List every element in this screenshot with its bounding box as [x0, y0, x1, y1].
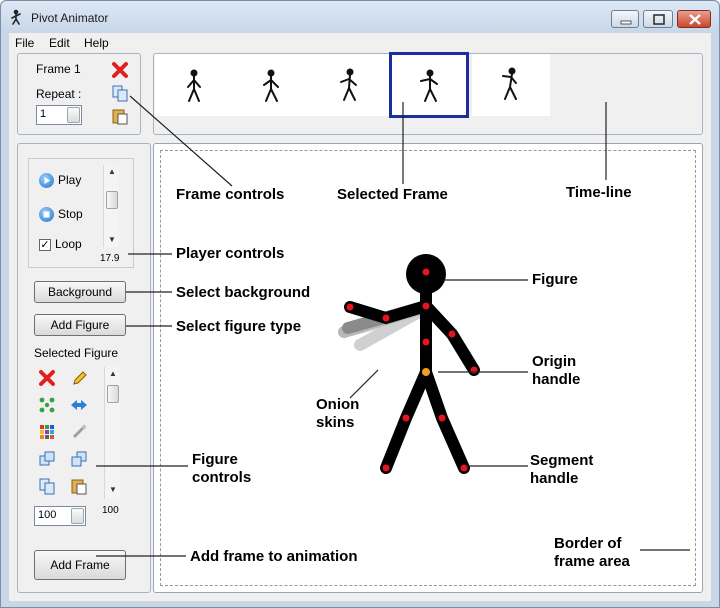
annotation-figure-controls-line2: controls — [192, 469, 252, 486]
annotation-origin-line1: Origin — [532, 353, 577, 370]
annotation-frame-controls: Frame controls — [176, 186, 285, 203]
annotation-segment-line2: handle — [530, 470, 579, 487]
annotation-lines — [96, 95, 690, 557]
annotation-add-frame: Add frame to animation — [190, 548, 358, 565]
annotation-selected-frame: Selected Frame — [337, 186, 448, 203]
annotation-select-background: Select background — [176, 284, 311, 301]
annotation-figure: Figure — [532, 271, 578, 288]
annotation-segment-line1: Segment — [530, 452, 594, 469]
annotation-onion-line2: skins — [316, 414, 355, 431]
annotation-onion-line1: Onion — [316, 396, 360, 413]
annotation-player-controls: Player controls — [176, 245, 285, 262]
annotation-time-line: Time-line — [566, 184, 632, 201]
annotation-figure-controls-line1: Figure — [192, 451, 238, 468]
annotation-select-figure-type: Select figure type — [176, 318, 302, 335]
annotation-border-line1: Border of — [554, 535, 622, 552]
annotation-origin-line2: handle — [532, 371, 581, 388]
annotation-border-line2: frame area — [554, 553, 630, 570]
